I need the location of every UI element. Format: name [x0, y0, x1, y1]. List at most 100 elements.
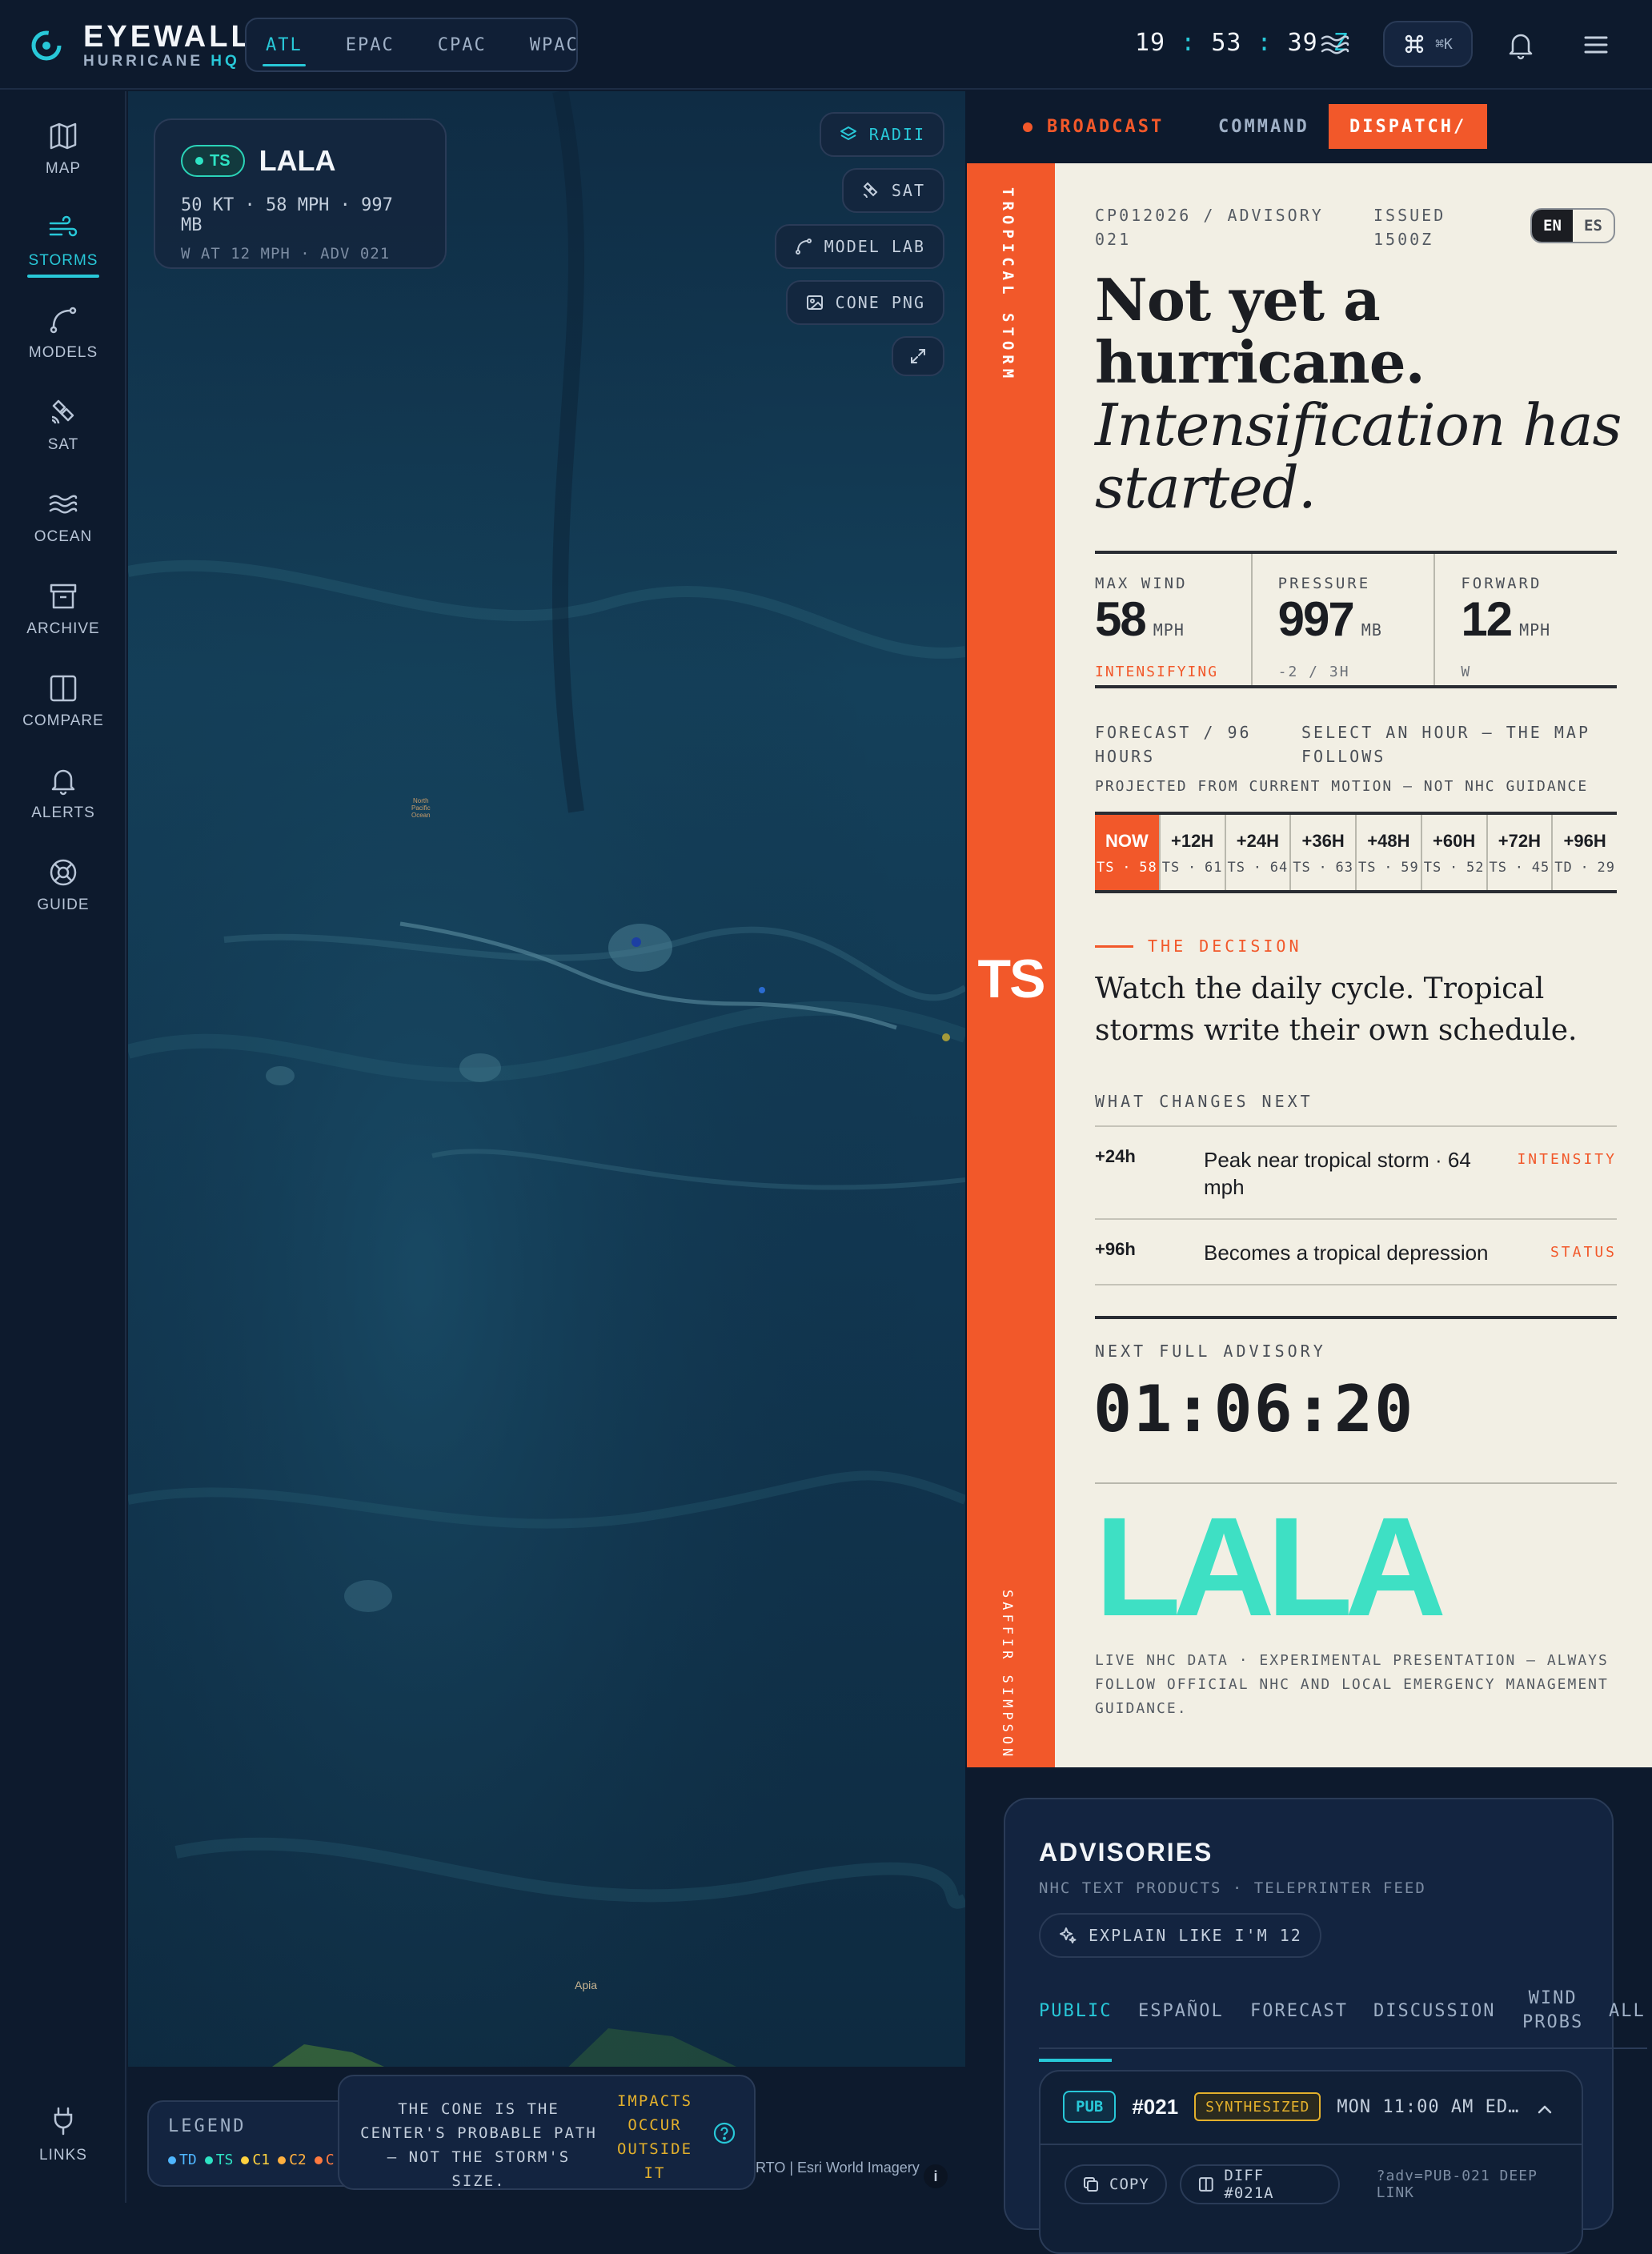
ocean-label: North Pacific Ocean — [411, 797, 431, 819]
storm-motion: W AT 12 MPH · ADV 021 — [181, 245, 391, 263]
info-icon[interactable]: i — [924, 2164, 948, 2188]
forecast-hour-36[interactable]: +36H TS · 63 — [1289, 815, 1355, 890]
tab-all[interactable]: ALL — [1609, 1999, 1646, 2023]
advisories-title: ADVISORIES — [1039, 1838, 1213, 1867]
nav-item-alerts[interactable]: ALERTS — [0, 736, 126, 821]
basin-tab-epac[interactable]: EPAC — [346, 30, 395, 60]
utc-clock: 19 : 53 : 39 Z — [1135, 29, 1349, 57]
legend-key-c2: C2 — [278, 2152, 307, 2168]
forecast-note: PROJECTED FROM CURRENT MOTION — NOT NHC … — [1095, 778, 1589, 795]
nav-item-links[interactable]: LINKS — [0, 2105, 126, 2164]
stat-pressure: PRESSURE 997 MB -2 / 3H — [1250, 554, 1434, 685]
sparkles-icon — [1060, 1927, 1077, 1943]
nav-item-guide[interactable]: GUIDE — [0, 828, 126, 913]
fullscreen-button[interactable] — [892, 336, 944, 376]
nav-label: STORMS — [28, 252, 98, 269]
advisories-subtitle: NHC TEXT PRODUCTS · TELEPRINTER FEED — [1039, 1879, 1426, 1897]
sat-layer-button[interactable]: SAT — [841, 168, 944, 213]
map-attribution[interactable]: RTO | Esri World Imagery — [756, 2160, 920, 2176]
forecast-hour-72[interactable]: +72H TS · 45 — [1486, 815, 1552, 890]
basin-tab-atl[interactable]: ATL — [263, 30, 306, 66]
tooltip-impacts: IMPACTS OCCUR OUTSIDE IT — [616, 2092, 693, 2182]
radii-layer-button[interactable]: RADII — [819, 112, 944, 157]
forecast-hour-selector: NOW TS · 58 +12H TS · 61 +24H TS · 64 +36H TS · 63 +… — [1095, 812, 1617, 893]
city-label-apia: Apia — [575, 1979, 598, 1991]
lang-es[interactable]: ES — [1573, 210, 1614, 242]
archive-icon — [50, 584, 77, 609]
advisory-number: #021 — [1132, 2094, 1179, 2119]
forecast-hour-48[interactable]: +48H TS · 59 — [1355, 815, 1421, 890]
nav-item-compare[interactable]: COMPARE — [0, 644, 126, 729]
brand-subtitle: HURRICANE HQ — [83, 53, 240, 70]
notifications-bell-icon[interactable] — [1505, 29, 1537, 61]
nav-item-ocean[interactable]: OCEAN — [0, 459, 126, 545]
spline-icon — [795, 239, 812, 255]
nav-label: ALERTS — [31, 804, 95, 821]
forecast-hour-12[interactable]: +12H TS · 61 — [1158, 815, 1225, 890]
advisory-tabs: PUBLIC ESPAÑOL FORECAST DISCUSSION WIND P… — [1039, 1985, 1647, 2062]
nav-item-map[interactable]: MAP — [0, 91, 126, 177]
kicker-rule — [1095, 945, 1133, 948]
nav-item-models[interactable]: MODELS — [0, 275, 126, 361]
nav-item-sat[interactable]: SAT — [0, 367, 126, 453]
storm-summary-card[interactable]: TS LALA 50 KT · 58 MPH · 997 MB W AT 12 … — [154, 118, 447, 269]
satellite-icon — [863, 182, 878, 199]
storm-stats-strip: MAX WIND 58 MPH INTENSIFYING PRESSURE 997… — [1095, 551, 1617, 688]
columns-icon — [50, 675, 77, 702]
help-icon[interactable] — [712, 2121, 736, 2145]
bell-icon — [51, 769, 75, 796]
chevron-up-icon[interactable] — [1534, 2099, 1556, 2121]
satellite-map[interactable]: North Pacific Ocean Apia TS LALA 50 KT · 5… — [128, 91, 965, 2067]
brand[interactable]: EYEWALL HURRICANE HQ — [29, 21, 253, 70]
mode-dispatch[interactable]: DISPATCH/ — [1329, 104, 1488, 149]
command-icon — [1405, 34, 1424, 54]
copy-button[interactable]: COPY — [1065, 2164, 1167, 2204]
forecast-hour-now[interactable]: NOW TS · 58 — [1095, 815, 1159, 890]
deep-link[interactable]: ?adv=PUB-021 DEEP LINK — [1377, 2168, 1582, 2201]
waves-icon[interactable] — [1319, 29, 1351, 61]
storm-stats: 50 KT · 58 MPH · 997 MB — [181, 195, 393, 235]
command-palette-button[interactable]: ⌘K — [1383, 21, 1473, 67]
forecast-hour-24[interactable]: +24H TS · 64 — [1224, 815, 1290, 890]
forecast-hour-60[interactable]: +60H TS · 52 — [1420, 815, 1486, 890]
nav-item-archive[interactable]: ARCHIVE — [0, 551, 126, 637]
basin-tab-cpac[interactable]: CPAC — [438, 30, 487, 60]
cone-png-button[interactable]: CONE PNG — [785, 280, 944, 325]
storm-name: LALA — [259, 144, 336, 177]
stat-forward: FORWARD 12 MPH W — [1433, 554, 1617, 685]
live-dot — [1023, 122, 1032, 132]
cone-tooltip: THE CONE IS THE CENTER'S PROBABLE PATH —… — [338, 2075, 756, 2190]
lang-en[interactable]: EN — [1532, 210, 1573, 242]
nav-label: SAT — [47, 436, 79, 453]
tab-public[interactable]: PUBLIC — [1039, 1999, 1113, 2062]
basin-tab-wpac[interactable]: WPAC — [530, 30, 579, 60]
model-lab-button[interactable]: MODEL LAB — [774, 224, 944, 269]
explain-simple-button[interactable]: EXPLAIN LIKE I'M 12 — [1039, 1913, 1321, 1958]
tab-espanol[interactable]: ESPAÑOL — [1138, 1999, 1224, 2023]
legend-keys: TD TS C1 C2 C — [168, 2152, 335, 2168]
nav-label: ARCHIVE — [26, 620, 100, 637]
legend-key-td: TD — [168, 2152, 197, 2168]
top-bar: EYEWALL HURRICANE HQ ATL EPAC CPAC WPAC … — [0, 0, 1652, 90]
mode-command[interactable]: COMMAND — [1218, 117, 1309, 137]
tab-wind-probs[interactable]: WIND PROBS — [1522, 1987, 1583, 2035]
tab-forecast[interactable]: FORECAST — [1250, 1999, 1348, 2023]
nav-label: MAP — [45, 160, 82, 177]
diff-button[interactable]: DIFF #021A — [1179, 2164, 1340, 2204]
headline: Not yet a hurricane. Intensification has… — [1095, 266, 1622, 521]
shortcut-hint: ⌘K — [1435, 35, 1453, 53]
mode-broadcast[interactable]: BROADCAST — [1023, 117, 1164, 137]
expand-icon — [911, 349, 925, 363]
tab-discussion[interactable]: DISCUSSION — [1373, 1999, 1495, 2023]
change-row: +24h Peak near tropical storm · 64 mph I… — [1095, 1127, 1617, 1220]
next-advisory-kicker: NEXT FULL ADVISORY — [1095, 1316, 1617, 1361]
nav-item-storms[interactable]: STORMS — [0, 183, 126, 278]
menu-icon[interactable] — [1580, 29, 1612, 61]
lifebuoy-icon — [50, 859, 77, 886]
synthesized-badge: SYNTHESIZED — [1194, 2092, 1321, 2121]
forecast-hour-96[interactable]: +96H TD · 29 — [1551, 815, 1617, 890]
copy-icon — [1084, 2177, 1098, 2192]
advisory-item[interactable]: PUB #021 SYNTHESIZED MON 11:00 AM ED… CO… — [1039, 2070, 1583, 2254]
nav-label: GUIDE — [37, 896, 90, 913]
legend-key-ts: TS — [204, 2152, 233, 2168]
